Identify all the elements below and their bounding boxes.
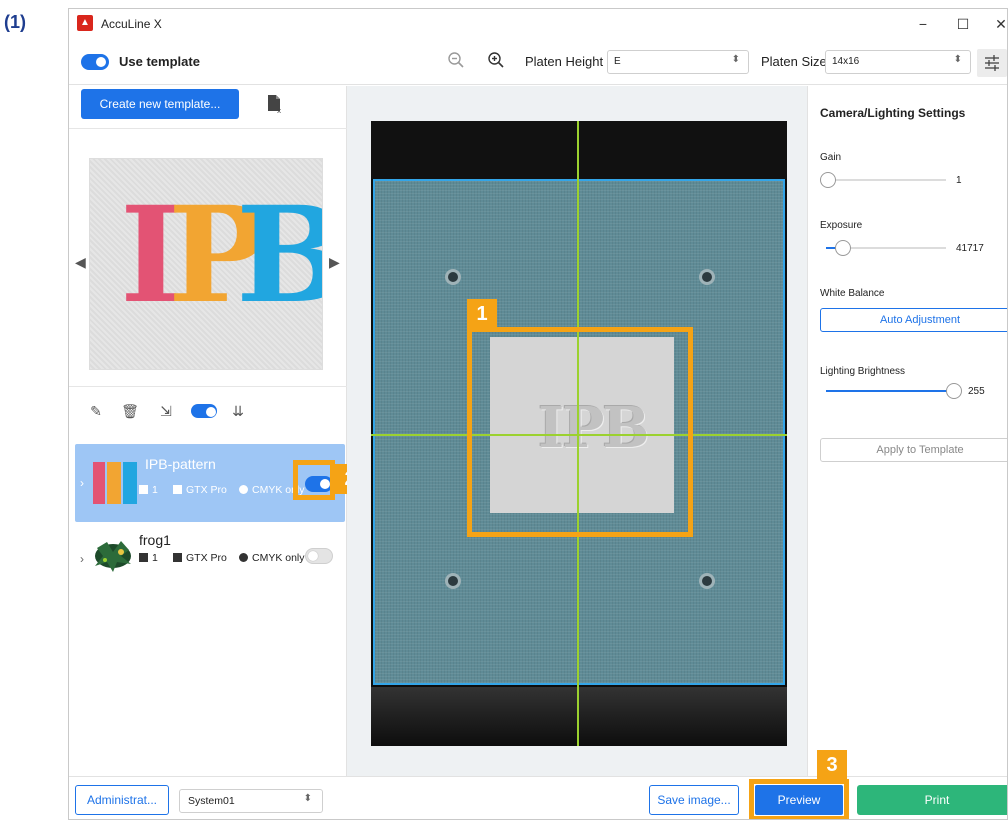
select-arrows-icon: ⬍ [303, 793, 312, 804]
printer-icon [173, 553, 182, 562]
ink-icon [239, 553, 248, 562]
lighting-brightness-label: Lighting Brightness [820, 366, 906, 377]
platen-screw [699, 573, 715, 589]
template-ink: CMYK only [239, 552, 305, 564]
template-printer: GTX Pro [173, 484, 227, 496]
platen-size-value: 14x16 [832, 56, 860, 67]
zoom-in-icon[interactable] [487, 51, 505, 69]
lighting-fill [826, 390, 950, 392]
gain-label: Gain [820, 152, 842, 163]
preview-letter-b: B [236, 181, 322, 331]
close-button[interactable]: ✕ [983, 12, 1007, 36]
settings-title: Camera/Lighting Settings [820, 106, 966, 120]
app-window: ▲ AccuLine X − ☐ ✕ Use template Platen H… [68, 8, 1008, 820]
svg-text:x: x [277, 107, 281, 114]
platen-frame-bottom [371, 687, 787, 746]
gain-slider-knob[interactable] [820, 172, 836, 188]
callout-number-1: 1 [467, 299, 497, 329]
lighting-slider[interactable] [826, 390, 954, 392]
template-toggle-icon[interactable] [191, 404, 217, 418]
template-enable-toggle[interactable] [305, 548, 333, 564]
callout-number-3: 3 [817, 750, 847, 780]
platen-height-value: E [614, 56, 621, 67]
template-preview-image: I P B [89, 158, 323, 370]
thumb-p [107, 462, 121, 504]
platen-screw [445, 573, 461, 589]
platen-frame-top [371, 121, 787, 179]
expand-chevron-icon[interactable]: › [80, 476, 84, 490]
apply-to-template-button[interactable]: Apply to Template [820, 438, 1007, 462]
gain-slider[interactable] [826, 179, 946, 181]
thumb-b [123, 462, 137, 504]
callout-box-1 [467, 327, 693, 537]
create-template-button[interactable]: Create new template... [81, 89, 239, 119]
expand-chevron-icon[interactable]: › [80, 552, 84, 566]
divider [69, 128, 347, 129]
lighting-slider-knob[interactable] [946, 383, 962, 399]
system-select[interactable]: System01 ⬍ [179, 789, 323, 813]
gain-value: 1 [956, 175, 962, 186]
trash-icon[interactable]: 🗑 [121, 402, 139, 420]
select-arrows-icon: ⬍ [953, 54, 962, 65]
exposure-label: Exposure [820, 220, 863, 231]
maximize-button[interactable]: ☐ [945, 12, 981, 36]
system-value: System01 [188, 795, 235, 807]
template-panel: Create new template... x ◀ I P B ▶ ✎ 🗑 ⇲… [69, 86, 365, 776]
image-count-icon [139, 485, 148, 494]
sliders-icon [985, 55, 999, 71]
bottom-bar: Administrat... System01 ⬍ Save image... … [69, 776, 1007, 819]
template-item-frog1[interactable]: › frog1 1 GTX Pro CMYK only [75, 526, 345, 604]
platen-size-select[interactable]: 14x16 ⬍ [825, 50, 971, 74]
title-bar: ▲ AccuLine X − ☐ ✕ [69, 9, 1007, 39]
image-count-icon [139, 553, 148, 562]
template-name: IPB-pattern [145, 456, 216, 472]
exposure-value: 41717 [956, 243, 984, 254]
import-template-icon[interactable]: x [265, 94, 283, 114]
use-template-toggle[interactable] [81, 54, 109, 70]
app-logo-icon: ▲ [77, 15, 93, 31]
template-name: frog1 [139, 532, 171, 548]
save-image-button[interactable]: Save image... [649, 785, 739, 815]
sort-icon[interactable]: ⇊ [229, 402, 247, 420]
camera-settings-panel: Camera/Lighting Settings Gain 1 Exposure… [807, 86, 1007, 776]
platen-height-select[interactable]: E ⬍ [607, 50, 749, 74]
select-arrows-icon: ⬍ [731, 54, 740, 65]
white-balance-label: White Balance [820, 288, 885, 299]
printer-icon [173, 485, 182, 494]
template-count: 1 [139, 552, 158, 564]
minimize-button[interactable]: − [905, 12, 941, 36]
exposure-slider-knob[interactable] [835, 240, 851, 256]
window-title: AccuLine X [101, 17, 162, 31]
ink-icon [239, 485, 248, 494]
frog-thumbnail [95, 541, 131, 572]
next-arrow-icon[interactable]: ▶ [329, 254, 340, 271]
previous-arrow-icon[interactable]: ◀ [75, 254, 86, 271]
use-template-label: Use template [119, 54, 200, 69]
thumb-i [93, 462, 105, 504]
callout-box-2 [293, 460, 335, 500]
export-icon[interactable]: ⇲ [157, 402, 175, 420]
platen-screw [445, 269, 461, 285]
toolbar: Use template Platen Height E ⬍ Platen Si… [69, 41, 1007, 85]
platen-size-label: Platen Size [761, 54, 827, 69]
edit-icon[interactable]: ✎ [87, 402, 105, 420]
administrator-button[interactable]: Administrat... [75, 785, 169, 815]
platen-height-label: Platen Height [525, 54, 604, 69]
camera-view[interactable]: IPB 1 [371, 121, 787, 746]
divider [69, 386, 347, 387]
camera-preview-area: IPB 1 [347, 86, 807, 776]
template-printer: GTX Pro [173, 552, 227, 564]
auto-adjustment-button[interactable]: Auto Adjustment [820, 308, 1007, 332]
settings-sliders-button[interactable] [977, 49, 1007, 77]
print-button[interactable]: Print [857, 785, 1007, 815]
callout-box-3 [749, 779, 849, 819]
figure-label: (1) [4, 12, 26, 32]
template-count: 1 [139, 484, 158, 496]
template-thumbnail [93, 462, 137, 504]
lighting-value: 255 [968, 386, 985, 397]
zoom-out-icon[interactable] [447, 51, 465, 69]
platen-screw [699, 269, 715, 285]
